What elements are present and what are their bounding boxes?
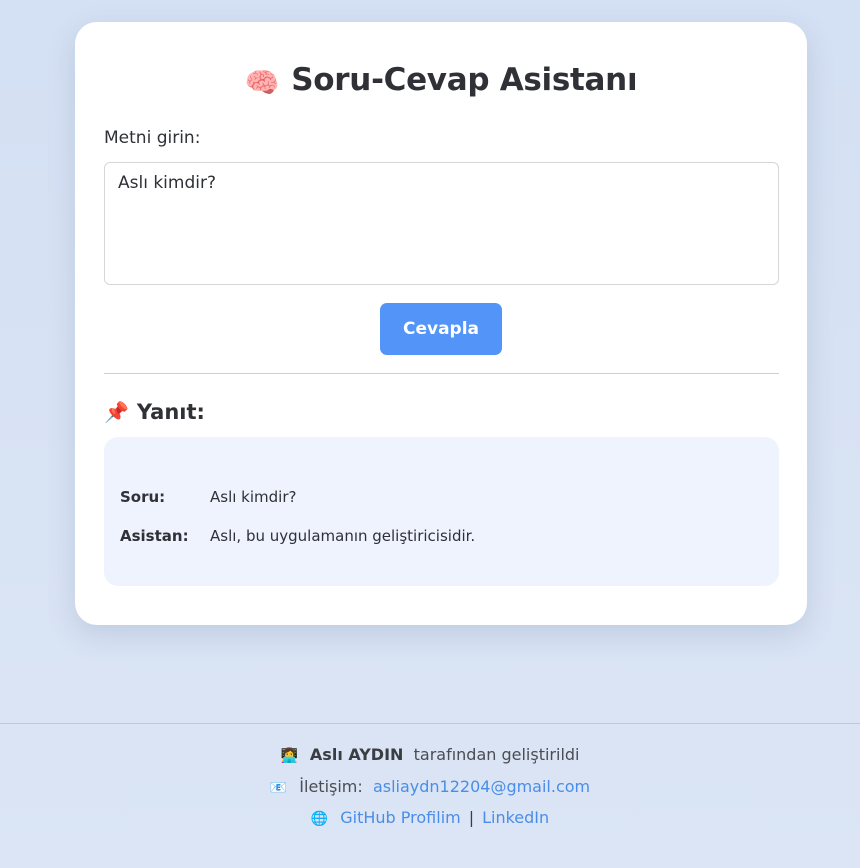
footer-divider xyxy=(0,723,860,724)
question-value: Aslı kimdir? xyxy=(210,488,297,506)
assistant-value: Aslı, bu uygulamanın geliştiricisidir. xyxy=(210,527,476,545)
answer-heading-text: Yanıt: xyxy=(136,400,205,424)
answer-box: Soru: Aslı kimdir? Asistan: Aslı, bu uygul… xyxy=(104,437,779,586)
assistant-row: Asistan: Aslı, bu uygulamanın geliştirici… xyxy=(120,527,475,545)
link-separator: | xyxy=(468,808,475,827)
page-title-text: Soru-Cevap Asistanı xyxy=(291,62,638,98)
developer-icon: 👩‍💻 xyxy=(280,748,298,764)
footer-links: 🌐 GitHub Profilim | LinkedIn xyxy=(0,808,860,827)
qa-card: 🧠 Soru-Cevap Asistanı Metni girin: Cevapl… xyxy=(75,22,807,625)
question-row: Soru: Aslı kimdir? xyxy=(120,488,296,506)
answer-heading: 📌 Yanıt: xyxy=(104,400,205,424)
footer-developer: 👩‍💻 Aslı AYDIN tarafından geliştirildi xyxy=(0,745,860,764)
developer-name: Aslı AYDIN xyxy=(309,745,404,764)
question-textarea[interactable] xyxy=(104,162,779,285)
input-label: Metni girin: xyxy=(104,128,201,148)
github-link[interactable]: GitHub Profilim xyxy=(340,808,460,827)
answer-button[interactable]: Cevapla xyxy=(380,303,502,355)
globe-icon: 🌐 xyxy=(310,811,329,827)
pushpin-icon: 📌 xyxy=(104,400,129,424)
assistant-key: Asistan: xyxy=(120,527,189,545)
email-link[interactable]: asliaydn12204@gmail.com xyxy=(373,777,590,796)
divider xyxy=(104,373,779,374)
page-title: 🧠 Soru-Cevap Asistanı xyxy=(75,62,807,99)
question-key: Soru: xyxy=(120,488,166,506)
contact-label: İletişim: xyxy=(299,777,363,796)
brain-icon: 🧠 xyxy=(244,66,280,99)
linkedin-link[interactable]: LinkedIn xyxy=(482,808,549,827)
developer-suffix: tarafından geliştirildi xyxy=(413,745,580,764)
footer-contact: 📧 İletişim: asliaydn12204@gmail.com xyxy=(0,777,860,796)
email-icon: 📧 xyxy=(269,780,288,796)
